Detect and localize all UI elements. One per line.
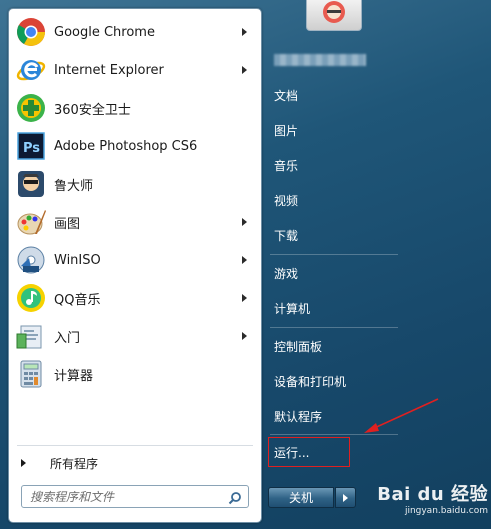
right-item-control-panel[interactable]: 控制面板 [270,332,400,360]
internet-explorer-icon [15,54,47,86]
submenu-arrow-icon [242,66,247,74]
watermark: Bai du 经验 jingyan.baidu.com [370,480,488,524]
360-security-icon [15,92,47,124]
program-calculator[interactable]: 计算器 [13,355,257,393]
getting-started-icon [15,320,47,352]
submenu-arrow-icon [242,256,247,264]
submenu-arrow-icon [242,218,247,226]
ludashi-icon [15,168,47,200]
submenu-arrow-icon [242,294,247,302]
expand-arrow-icon [21,459,26,467]
program-paint[interactable]: 画图 [13,203,257,241]
right-item-music[interactable]: 音乐 [270,151,400,179]
program-label: Internet Explorer [54,62,164,78]
run-highlight-box [268,437,350,467]
search-icon[interactable] [228,490,242,505]
submenu-arrow-icon [242,332,247,340]
right-item-label: 计算机 [274,301,311,316]
right-item-downloads[interactable]: 下载 [270,221,400,249]
right-item-pictures[interactable]: 图片 [270,116,400,144]
right-item-devices-printers[interactable]: 设备和打印机 [270,367,400,395]
right-item-label: 下载 [274,228,299,243]
programs-pane: Google Chrome Internet Explorer 360安全卫士 … [8,8,262,523]
right-item-label: 默认程序 [274,409,323,424]
shutdown-label: 关机 [288,491,313,505]
program-label: Google Chrome [54,24,155,40]
program-label: 计算器 [54,368,94,384]
program-label: QQ音乐 [54,292,101,308]
shutdown-options-button[interactable] [335,487,356,508]
right-item-label: 图片 [274,123,299,138]
right-item-computer[interactable]: 计算机 [270,294,400,322]
chevron-right-icon [343,494,348,502]
program-label: 鲁大师 [54,178,94,194]
svg-text:Ps: Ps [23,141,40,156]
submenu-arrow-icon [242,28,247,36]
program-label: 入门 [54,330,81,346]
program-360-security[interactable]: 360安全卫士 [13,89,257,127]
right-item-games[interactable]: 游戏 [270,259,400,287]
winiso-icon [15,244,47,276]
qq-music-icon [15,282,47,314]
chrome-icon [15,16,47,48]
search-input[interactable] [22,486,230,507]
right-item-label: 音乐 [274,158,299,173]
start-menu: Google Chrome Internet Explorer 360安全卫士 … [0,0,491,529]
program-getting-started[interactable]: 入门 [13,317,257,355]
divider [17,445,253,446]
program-adobe-photoshop[interactable]: Ps Adobe Photoshop CS6 [13,127,257,165]
program-internet-explorer[interactable]: Internet Explorer [13,51,257,89]
right-item-documents[interactable]: 文档 [270,81,400,109]
annotation-arrow-icon [364,398,439,433]
program-google-chrome[interactable]: Google Chrome [13,13,257,51]
calculator-icon [15,358,47,390]
watermark-url: jingyan.baidu.com [404,506,488,516]
shutdown-button[interactable]: 关机 [268,487,334,508]
program-label: Adobe Photoshop CS6 [54,138,198,154]
right-item-label: 视频 [274,193,299,208]
photoshop-icon: Ps [15,130,47,162]
program-qq-music[interactable]: QQ音乐 [13,279,257,317]
divider [270,327,398,328]
search-box [21,485,249,508]
watermark-brand: Bai du 经验 [377,484,488,505]
program-winiso[interactable]: WinISO [13,241,257,279]
divider [270,254,398,255]
right-item-videos[interactable]: 视频 [270,186,400,214]
right-item-label: 控制面板 [274,339,323,354]
program-ludashi[interactable]: 鲁大师 [13,165,257,203]
paint-icon [15,206,47,238]
program-label: 360安全卫士 [54,102,131,118]
right-item-label: 游戏 [274,266,299,281]
all-programs-label: 所有程序 [50,456,99,471]
right-item-label: 设备和打印机 [274,374,347,389]
program-label: WinISO [54,252,101,268]
program-label: 画图 [54,216,81,232]
all-programs-button[interactable]: 所有程序 [15,451,255,475]
right-item-label: 文档 [274,88,299,103]
